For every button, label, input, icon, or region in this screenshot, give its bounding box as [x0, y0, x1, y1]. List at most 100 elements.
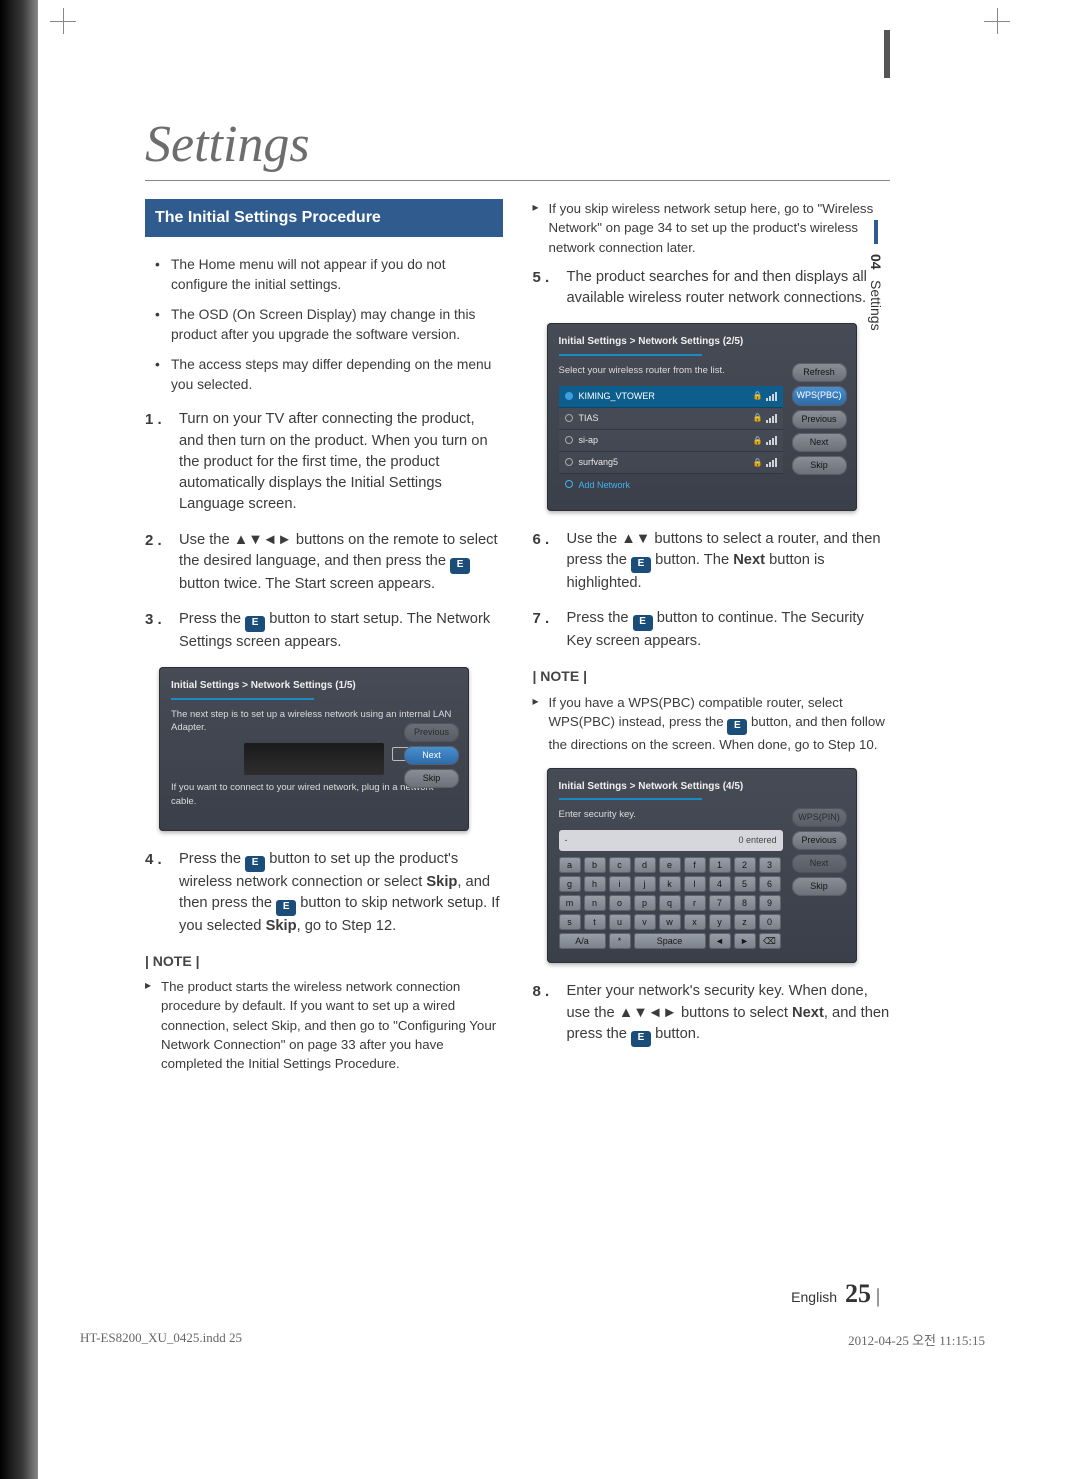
signal-icon: [766, 436, 777, 445]
kb-key[interactable]: r: [684, 895, 706, 911]
osd-skip-button[interactable]: Skip: [404, 769, 459, 788]
crop-mark: [50, 8, 76, 34]
osd-next-button[interactable]: Next: [792, 854, 847, 873]
step-2: Use the ▲▼◄► buttons on the remote to se…: [145, 530, 503, 595]
router-row[interactable]: KIMING_VTOWER🔒: [559, 386, 783, 408]
kb-key[interactable]: 3: [759, 857, 781, 873]
kb-key[interactable]: 0: [759, 914, 781, 930]
kb-key[interactable]: o: [609, 895, 631, 911]
indd-filename: HT-ES8200_XU_0425.indd 25: [80, 1330, 242, 1349]
intro-bullet: The OSD (On Screen Display) may change i…: [159, 305, 503, 345]
note-label: | NOTE |: [533, 666, 891, 686]
kb-key[interactable]: b: [584, 857, 606, 873]
kb-key[interactable]: l: [684, 876, 706, 892]
step-4: Press the E button to set up the product…: [145, 849, 503, 937]
signal-icon: [766, 392, 777, 401]
kb-key[interactable]: w: [659, 914, 681, 930]
kb-left-key[interactable]: ◄: [709, 933, 731, 949]
osd-previous-button[interactable]: Previous: [792, 831, 847, 850]
steps-list-left: Turn on your TV after connecting the pro…: [145, 409, 503, 653]
kb-key[interactable]: u: [609, 914, 631, 930]
left-column: The Initial Settings Procedure The Home …: [145, 199, 503, 1084]
kb-right-key[interactable]: ►: [734, 933, 756, 949]
lock-icon: 🔒: [753, 390, 763, 402]
kb-key[interactable]: a: [559, 857, 581, 873]
router-row[interactable]: TIAS🔒: [559, 408, 783, 430]
step-7: Press the E button to continue. The Secu…: [533, 608, 891, 652]
kb-key[interactable]: 6: [759, 876, 781, 892]
kb-key[interactable]: m: [559, 895, 581, 911]
steps-list-right: The product searches for and then displa…: [533, 267, 891, 310]
kb-key[interactable]: 9: [759, 895, 781, 911]
step-6: Use the ▲▼ buttons to select a router, a…: [533, 529, 891, 594]
router-row[interactable]: surfvang5🔒: [559, 452, 783, 474]
step-8: Enter your network's security key. When …: [533, 981, 891, 1046]
side-cut-mark: [884, 30, 890, 78]
enter-icon: E: [727, 719, 747, 735]
enter-icon: E: [245, 616, 265, 632]
enter-icon: E: [631, 1031, 651, 1047]
kb-symbol-key[interactable]: *: [609, 933, 631, 949]
kb-key[interactable]: d: [634, 857, 656, 873]
osd-breadcrumb: Initial Settings > Network Settings (4/5…: [559, 780, 845, 795]
enter-icon: E: [633, 615, 653, 631]
kb-key[interactable]: s: [559, 914, 581, 930]
osd-wpspin-button[interactable]: WPS(PIN): [792, 808, 847, 827]
kb-key[interactable]: 4: [709, 876, 731, 892]
steps-list-left-2: Press the E button to set up the product…: [145, 849, 503, 937]
right-column: If you skip wireless network setup here,…: [533, 199, 891, 1084]
osd-refresh-button[interactable]: Refresh: [792, 363, 847, 382]
kb-key[interactable]: 5: [734, 876, 756, 892]
kb-key[interactable]: k: [659, 876, 681, 892]
kb-key[interactable]: n: [584, 895, 606, 911]
kb-key[interactable]: 2: [734, 857, 756, 873]
kb-key[interactable]: x: [684, 914, 706, 930]
kb-key[interactable]: g: [559, 876, 581, 892]
kb-space-key[interactable]: Space: [634, 933, 706, 949]
manual-page: 04 Settings Settings The Initial Setting…: [0, 0, 1080, 1479]
kb-key[interactable]: 8: [734, 895, 756, 911]
book-spine: [0, 0, 38, 1479]
step-1: Turn on your TV after connecting the pro…: [145, 409, 503, 516]
steps-list-right-2: Use the ▲▼ buttons to select a router, a…: [533, 529, 891, 652]
kb-key[interactable]: 1: [709, 857, 731, 873]
kb-key[interactable]: q: [659, 895, 681, 911]
router-row[interactable]: si-ap🔒: [559, 430, 783, 452]
security-key-field[interactable]: -0 entered: [559, 830, 783, 851]
osd-wpspbc-button[interactable]: WPS(PBC): [792, 386, 847, 405]
kb-key[interactable]: z: [734, 914, 756, 930]
kb-key[interactable]: e: [659, 857, 681, 873]
osd-screenshot-network-1-5: Initial Settings > Network Settings (1/5…: [159, 667, 469, 831]
kb-key[interactable]: i: [609, 876, 631, 892]
intro-bullet: The access steps may differ depending on…: [159, 355, 503, 395]
kb-shift-key[interactable]: A/a: [559, 933, 606, 949]
note-item: If you have a WPS(PBC) compatible router…: [533, 693, 891, 754]
onscreen-keyboard: abcdef123 ghijkl456 mnopqr789 stuvwxyz0: [559, 857, 783, 930]
signal-icon: [766, 414, 777, 423]
osd-screenshot-network-2-5: Initial Settings > Network Settings (2/5…: [547, 323, 857, 511]
osd-skip-button[interactable]: Skip: [792, 456, 847, 475]
kb-key[interactable]: f: [684, 857, 706, 873]
router-list: KIMING_VTOWER🔒 TIAS🔒 si-ap🔒 surfvang5🔒 A…: [559, 386, 783, 497]
print-footer: HT-ES8200_XU_0425.indd 25 2012-04-25 오전 …: [80, 1330, 985, 1349]
osd-next-button[interactable]: Next: [404, 746, 459, 765]
kb-key[interactable]: j: [634, 876, 656, 892]
note-label: | NOTE |: [145, 951, 503, 971]
kb-key[interactable]: h: [584, 876, 606, 892]
kb-key[interactable]: 7: [709, 895, 731, 911]
device-illustration: [244, 743, 384, 775]
osd-next-button[interactable]: Next: [792, 433, 847, 452]
add-network-row[interactable]: Add Network: [559, 474, 783, 497]
kb-key[interactable]: v: [634, 914, 656, 930]
kb-backspace-key[interactable]: ⌫: [759, 933, 781, 949]
kb-key[interactable]: c: [609, 857, 631, 873]
enter-icon: E: [631, 557, 651, 573]
osd-previous-button[interactable]: Previous: [404, 723, 459, 742]
osd-skip-button[interactable]: Skip: [792, 877, 847, 896]
kb-key[interactable]: t: [584, 914, 606, 930]
lock-icon: 🔒: [753, 412, 763, 424]
kb-key[interactable]: y: [709, 914, 731, 930]
lock-icon: 🔒: [753, 457, 763, 469]
kb-key[interactable]: p: [634, 895, 656, 911]
osd-previous-button[interactable]: Previous: [792, 410, 847, 429]
